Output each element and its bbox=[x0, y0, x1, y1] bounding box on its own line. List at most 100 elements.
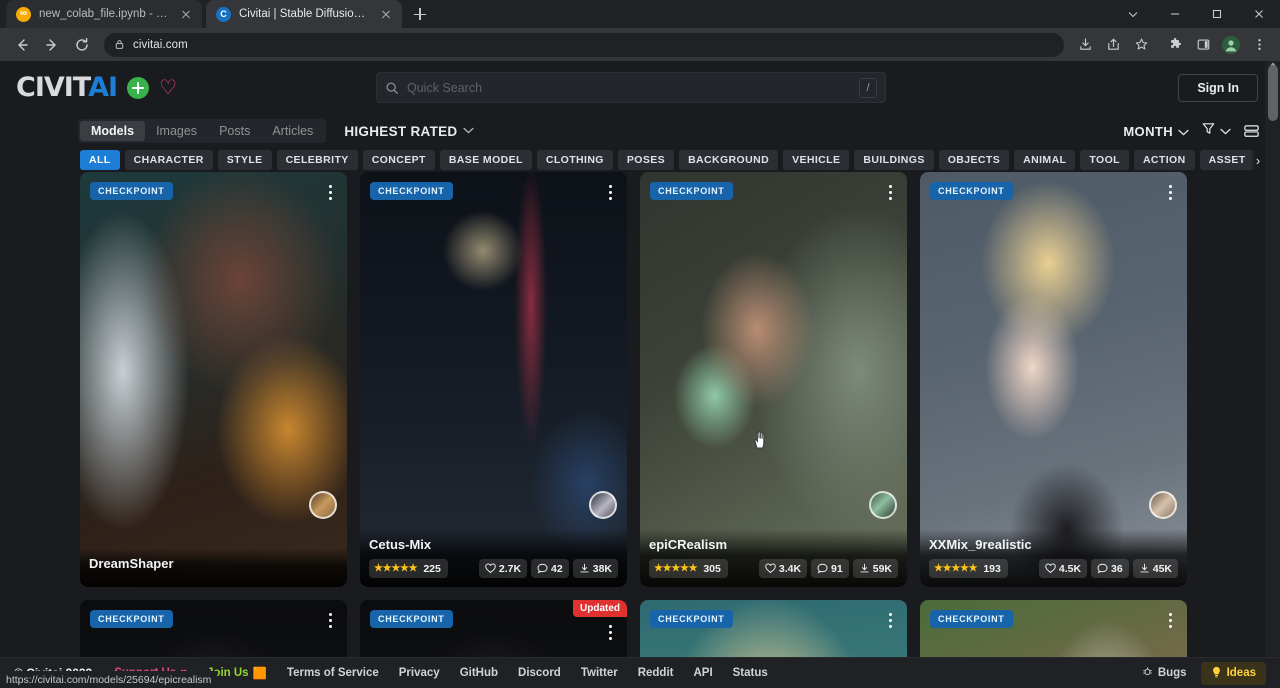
card-menu-icon[interactable] bbox=[1163, 610, 1177, 630]
model-card[interactable]: CHECKPOINT DreamShaper bbox=[80, 172, 347, 587]
bookmark-star-icon[interactable] bbox=[1128, 32, 1154, 58]
install-app-icon[interactable] bbox=[1072, 32, 1098, 58]
tab-search-chevron-icon[interactable] bbox=[1112, 0, 1154, 28]
tag-clothing[interactable]: CLOTHING bbox=[537, 150, 613, 170]
tab-models[interactable]: Models bbox=[80, 121, 145, 141]
tab-title: Civitai | Stable Diffusion models, bbox=[239, 8, 370, 20]
card-menu-icon[interactable] bbox=[323, 182, 337, 202]
sign-in-button[interactable]: Sign In bbox=[1178, 74, 1258, 102]
engagement-pills: 2.7K 42 38K bbox=[479, 559, 618, 578]
footer-link-discord[interactable]: Discord bbox=[518, 667, 561, 679]
model-card[interactable]: CHECKPOINT Cetus-Mix ★★★★★ 225 bbox=[360, 172, 627, 587]
tag-tool[interactable]: TOOL bbox=[1080, 150, 1129, 170]
forward-button[interactable] bbox=[38, 31, 66, 59]
heart-icon[interactable]: ♡ bbox=[159, 78, 177, 98]
likes-count: 4.5K bbox=[1059, 563, 1081, 575]
sub-navigation: Models Images Posts Articles HIGHEST RAT… bbox=[0, 114, 1280, 148]
footer-link-reddit[interactable]: Reddit bbox=[638, 667, 674, 679]
card-menu-icon[interactable] bbox=[323, 610, 337, 630]
page-scrollbar[interactable] bbox=[1265, 61, 1280, 688]
footer-link-terms[interactable]: Terms of Service bbox=[287, 667, 379, 679]
tag-celebrity[interactable]: CELEBRITY bbox=[277, 150, 358, 170]
model-title: Cetus-Mix bbox=[369, 537, 618, 552]
ideas-button[interactable]: Ideas bbox=[1201, 662, 1266, 685]
new-tab-button[interactable] bbox=[406, 0, 434, 28]
scrollbar-thumb[interactable] bbox=[1268, 65, 1278, 121]
civitai-icon: C bbox=[216, 7, 231, 22]
status-badge: CHECKPOINT bbox=[370, 610, 453, 628]
tag-buildings[interactable]: BUILDINGS bbox=[854, 150, 933, 170]
tag-style[interactable]: STYLE bbox=[218, 150, 272, 170]
create-plus-icon[interactable] bbox=[127, 77, 149, 99]
filter-button[interactable] bbox=[1201, 121, 1231, 141]
creator-avatar[interactable] bbox=[1149, 491, 1177, 519]
creator-avatar[interactable] bbox=[589, 491, 617, 519]
card-menu-icon[interactable] bbox=[1163, 182, 1177, 202]
likes-count: 2.7K bbox=[499, 563, 521, 575]
model-card[interactable]: CHECKPOINT XXMix_9realistic ★★★★★ 193 bbox=[920, 172, 1187, 587]
model-grid: CHECKPOINT DreamShaper CHECKPOINT Cetus-… bbox=[80, 172, 1200, 688]
close-window-button[interactable] bbox=[1238, 0, 1280, 28]
creator-avatar[interactable] bbox=[309, 491, 337, 519]
browser-tab-civitai[interactable]: C Civitai | Stable Diffusion models, bbox=[206, 0, 402, 28]
tag-asset[interactable]: ASSET bbox=[1200, 150, 1255, 170]
sort-dropdown[interactable]: HIGHEST RATED bbox=[344, 124, 474, 139]
comment-icon bbox=[537, 563, 548, 574]
tag-background[interactable]: BACKGROUND bbox=[679, 150, 778, 170]
footer-link-status[interactable]: Status bbox=[733, 667, 768, 679]
card-menu-icon[interactable] bbox=[883, 182, 897, 202]
tab-close-icon[interactable] bbox=[378, 6, 394, 22]
search-shortcut-key: / bbox=[859, 78, 877, 98]
back-button[interactable] bbox=[8, 31, 36, 59]
tag-concept[interactable]: CONCEPT bbox=[363, 150, 435, 170]
footer-link-api[interactable]: API bbox=[693, 667, 712, 679]
lightbulb-icon bbox=[1211, 666, 1222, 681]
layout-toggle-icon[interactable] bbox=[1243, 123, 1260, 139]
search-input[interactable] bbox=[407, 81, 851, 95]
tag-character[interactable]: CHARACTER bbox=[125, 150, 213, 170]
minimize-button[interactable] bbox=[1154, 0, 1196, 28]
period-dropdown[interactable]: MONTH bbox=[1123, 124, 1189, 139]
browser-tab-colab[interactable]: ∞ new_colab_file.ipynb - Colaborat bbox=[6, 0, 202, 28]
tag-action[interactable]: ACTION bbox=[1134, 150, 1195, 170]
card-footer: epiCRealism ★★★★★ 305 3.4K bbox=[640, 529, 907, 587]
model-card[interactable]: CHECKPOINT epiCRealism ★★★★★ 305 bbox=[640, 172, 907, 587]
tag-animal[interactable]: ANIMAL bbox=[1014, 150, 1075, 170]
tag-objects[interactable]: OBJECTS bbox=[939, 150, 1009, 170]
chevron-down-icon bbox=[1178, 124, 1189, 139]
heart-icon bbox=[765, 563, 776, 574]
footer-link-github[interactable]: GitHub bbox=[460, 667, 498, 679]
tag-poses[interactable]: POSES bbox=[618, 150, 674, 170]
maximize-button[interactable] bbox=[1196, 0, 1238, 28]
download-icon bbox=[579, 563, 590, 574]
reload-button[interactable] bbox=[68, 31, 96, 59]
footer-link-privacy[interactable]: Privacy bbox=[399, 667, 440, 679]
extensions-puzzle-icon[interactable] bbox=[1162, 32, 1188, 58]
tag-vehicle[interactable]: VEHICLE bbox=[783, 150, 849, 170]
logo-text-ai: AI bbox=[88, 72, 117, 103]
profile-avatar[interactable] bbox=[1218, 32, 1244, 58]
chrome-menu-icon[interactable] bbox=[1246, 32, 1272, 58]
engagement-pills: 3.4K 91 59K bbox=[759, 559, 898, 578]
tab-articles[interactable]: Articles bbox=[261, 121, 324, 141]
tab-images[interactable]: Images bbox=[145, 121, 208, 141]
tag-scroll-right-icon[interactable]: › bbox=[1250, 150, 1266, 170]
quick-search-box[interactable]: / bbox=[376, 72, 886, 103]
side-panel-icon[interactable] bbox=[1190, 32, 1216, 58]
site-logo[interactable]: CIVITAI ♡ bbox=[16, 72, 177, 103]
card-menu-icon[interactable] bbox=[603, 622, 617, 642]
creator-avatar[interactable] bbox=[869, 491, 897, 519]
card-menu-icon[interactable] bbox=[603, 182, 617, 202]
footer-link-twitter[interactable]: Twitter bbox=[581, 667, 618, 679]
tag-all[interactable]: ALL bbox=[80, 150, 120, 170]
address-bar[interactable]: civitai.com bbox=[104, 33, 1064, 57]
tab-close-icon[interactable] bbox=[178, 6, 194, 22]
card-footer: Cetus-Mix ★★★★★ 225 2.7K bbox=[360, 529, 627, 587]
footer-actions: Bugs Ideas bbox=[1136, 662, 1266, 685]
tag-base-model[interactable]: BASE MODEL bbox=[440, 150, 532, 170]
share-icon[interactable] bbox=[1100, 32, 1126, 58]
tab-posts[interactable]: Posts bbox=[208, 121, 261, 141]
bugs-button[interactable]: Bugs bbox=[1136, 663, 1193, 683]
status-badge: CHECKPOINT bbox=[370, 182, 453, 200]
card-menu-icon[interactable] bbox=[883, 610, 897, 630]
